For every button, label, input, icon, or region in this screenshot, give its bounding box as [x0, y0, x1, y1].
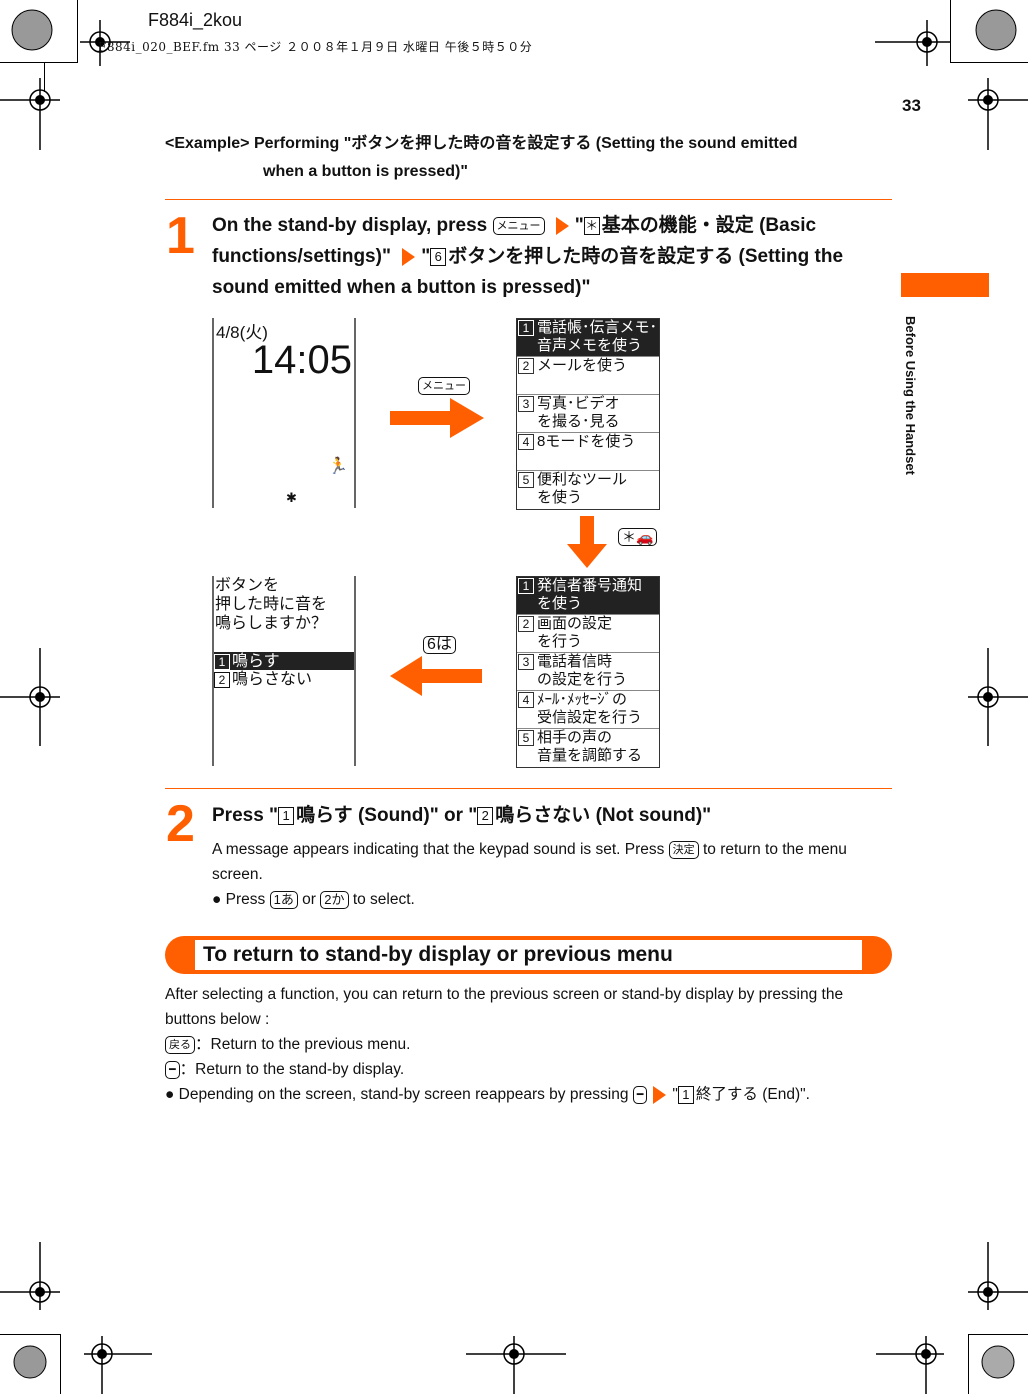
crosshair-icon: [466, 1336, 566, 1394]
ok-key-icon: 決定: [668, 840, 699, 859]
status-icon: ✱: [286, 490, 297, 505]
crosshair-icon: [0, 78, 60, 150]
step-2-description: A message appears indicating that the ke…: [212, 840, 847, 883]
step-1-instruction: On the stand-by display, press メニュー "＊ 基本…: [212, 215, 844, 298]
section-banner: To return to stand-by display or previou…: [165, 936, 892, 974]
step-number-1: 1: [166, 207, 195, 265]
menu-item[interactable]: 5 便利なツール を使う: [517, 471, 659, 509]
back-key-icon: 戻る: [165, 1035, 195, 1054]
end-key-row: ━ ：Return to the stand-by display.: [165, 1057, 404, 1082]
six-key-icon: 6: [430, 247, 447, 266]
side-tab-marker: [901, 273, 989, 297]
running-man-icon: 🏃: [328, 458, 348, 475]
side-tab-label: Before Using the Handset: [903, 316, 918, 475]
arrow-right-icon: [402, 247, 416, 266]
color-target-icon: [13, 1345, 47, 1379]
crosshair-icon: [968, 648, 1028, 746]
color-target-icon: [975, 9, 1017, 51]
end-key-icon: ━: [165, 1060, 180, 1079]
menu-item[interactable]: 1 発信者番号通知 を使う: [517, 577, 659, 615]
step-2-title: Press " 1 鳴らす (Sound)" or " 2 鳴らさない (Not sou…: [212, 805, 712, 826]
crosshair-icon: [968, 1242, 1028, 1310]
menu-item[interactable]: 3 電話着信時 の設定を行う: [517, 653, 659, 691]
color-target-icon: [981, 1345, 1015, 1379]
menu-item[interactable]: 3 写真･ビデオ を撮る･見る: [517, 395, 659, 433]
main-menu-screen: 1 電話帳･伝言メモ･ 音声メモを使う 2 メールを使う 3 写真･ビデオ を撮る･見る …: [516, 318, 660, 510]
standby-time: 14:05: [251, 338, 352, 382]
example-line-1: <Example> Performing "ボタンを押した時の音を設定する (S…: [165, 135, 798, 152]
arrow-right-icon: [555, 216, 569, 235]
crosshair-icon: [0, 1242, 60, 1310]
arrow-down-icon: [567, 516, 607, 568]
confirm-screen: ボタンを 押した時に音を 鳴らしますか？ 1 鳴らす 2 鳴らさない: [212, 576, 356, 766]
arrow-left-icon: [390, 656, 482, 696]
menu-item[interactable]: 4 8モードを使う: [517, 433, 659, 471]
key-2-icon: 2か: [320, 890, 349, 909]
settings-menu-screen: 1 発信者番号通知 を使う 2 画面の設定 を行う 3 電話着信時 の設定を行う 4 ﾒｰﾙ･…: [516, 576, 660, 768]
end-key-icon: ━: [632, 1085, 648, 1104]
menu-key-icon: メニュー: [418, 377, 470, 395]
standby-screen: 4/8(火) 14:05 🏃 ✱: [212, 318, 356, 508]
key-1-icon: 1あ: [269, 890, 298, 909]
option-not-sound[interactable]: 2 鳴らさない: [214, 670, 354, 690]
crosshair-icon: [876, 1336, 944, 1394]
crosshair-icon: [84, 1336, 152, 1394]
divider: [165, 788, 892, 789]
star-key-icon: ＊: [583, 216, 600, 235]
six-key-icon: 6は: [423, 636, 456, 654]
crosshair-icon: [875, 20, 950, 66]
section-title: To return to stand-by display or previou…: [195, 940, 862, 970]
menu-key-icon: メニュー: [492, 216, 545, 235]
step-number-2: 2: [166, 795, 195, 853]
crosshair-icon: [968, 78, 1028, 150]
crosshair-icon: [0, 648, 60, 746]
section-intro: After selecting a function, you can retu…: [165, 986, 844, 1028]
menu-item[interactable]: 5 相手の声の 音量を調節する: [517, 729, 659, 767]
example-heading: <Example> Performing "ボタンを押した時の音を設定する (S…: [165, 130, 895, 186]
color-target-icon: [11, 9, 53, 51]
file-meta: F884i_020_BEF.fm 33 ページ ２００８年１月９日 水曜日 午後…: [98, 40, 533, 54]
menu-item[interactable]: 2 メールを使う: [517, 357, 659, 395]
divider: [165, 199, 892, 200]
arrow-right-icon: [390, 398, 484, 438]
arrow-right-icon: [653, 1085, 667, 1104]
example-line-2: when a button is pressed)": [263, 163, 468, 180]
menu-item[interactable]: 4 ﾒｰﾙ･ﾒｯｾｰｼﾞの 受信設定を行う: [517, 691, 659, 729]
step-2-bullet: ● Press 1あ or 2か to select.: [212, 890, 415, 909]
back-key-row: 戻る ：Return to the previous menu.: [165, 1032, 410, 1057]
star-key-icon: ＊🚗: [618, 528, 658, 546]
menu-item[interactable]: 1 電話帳･伝言メモ･ 音声メモを使う: [517, 319, 659, 357]
menu-item[interactable]: 2 画面の設定 を行う: [517, 615, 659, 653]
section-bullet: ● Depending on the screen, stand-by scre…: [165, 1085, 810, 1104]
document-title: F884i_2kou: [148, 10, 243, 30]
page-number: 33: [902, 96, 921, 115]
option-sound[interactable]: 1 鳴らす: [214, 652, 354, 670]
